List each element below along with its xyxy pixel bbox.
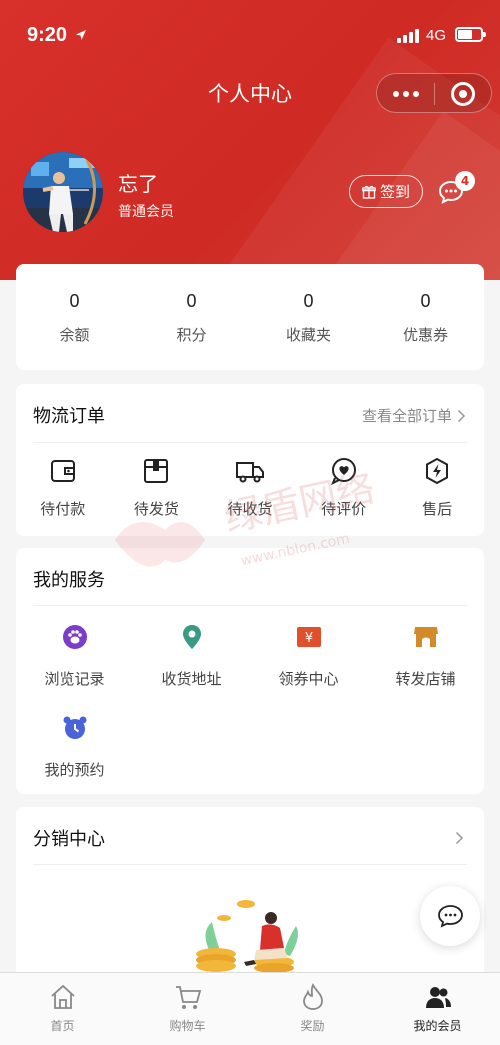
paw-icon bbox=[62, 625, 87, 649]
chevron-right-icon bbox=[455, 831, 464, 845]
distribution-title: 分销中心 bbox=[33, 829, 105, 850]
tab-cart[interactable]: 购物车 bbox=[125, 973, 250, 1045]
stat-points[interactable]: 0 积分 bbox=[133, 264, 250, 370]
flame-icon bbox=[302, 983, 323, 1010]
signin-button[interactable]: 签到 bbox=[349, 175, 423, 208]
assets-card: 0 余额 0 积分 0 收藏夹 0 优惠券 bbox=[16, 264, 484, 370]
stat-label: 余额 bbox=[59, 326, 90, 344]
location-pin-icon bbox=[182, 625, 201, 649]
service-browse-history[interactable]: 浏览记录 bbox=[16, 624, 133, 689]
view-all-label: 查看全部订单 bbox=[361, 407, 452, 425]
services-title: 我的服务 bbox=[33, 570, 105, 591]
stat-value: 0 bbox=[69, 291, 80, 311]
order-label: 待发货 bbox=[133, 500, 179, 518]
order-label: 售后 bbox=[422, 500, 453, 518]
stat-value: 0 bbox=[186, 291, 197, 311]
chevron-right-icon bbox=[457, 409, 466, 422]
order-pending-receipt[interactable]: 待收货 bbox=[203, 456, 297, 519]
view-all-orders-link[interactable]: 查看全部订单 bbox=[362, 405, 466, 426]
chat-icon bbox=[438, 905, 463, 928]
divider bbox=[33, 605, 467, 606]
service-my-appointments[interactable]: 我的预约 bbox=[16, 715, 133, 780]
order-after-sales[interactable]: 售后 bbox=[390, 456, 484, 519]
order-pending-shipment[interactable]: 待发货 bbox=[110, 456, 204, 519]
tab-label: 首页 bbox=[50, 1019, 75, 1033]
stat-balance[interactable]: 0 余额 bbox=[16, 264, 133, 370]
battery-icon bbox=[455, 27, 486, 42]
alarm-clock-icon bbox=[63, 716, 86, 739]
location-arrow-icon bbox=[76, 30, 86, 40]
order-pending-review[interactable]: 待评价 bbox=[297, 456, 391, 519]
svg-text:¥: ¥ bbox=[304, 631, 312, 646]
order-label: 待评价 bbox=[321, 500, 367, 518]
stat-favorites[interactable]: 0 收藏夹 bbox=[250, 264, 367, 370]
avatar[interactable] bbox=[23, 152, 103, 232]
service-label: 转发店铺 bbox=[395, 670, 456, 688]
stat-label: 收藏夹 bbox=[285, 326, 331, 344]
mini-program-capsule bbox=[376, 73, 492, 113]
stat-value: 0 bbox=[420, 291, 431, 311]
members-icon bbox=[425, 987, 451, 1008]
cart-icon bbox=[175, 986, 201, 1009]
wallet-icon bbox=[50, 460, 75, 482]
tab-label: 我的会员 bbox=[413, 1019, 462, 1033]
avatar-archer-image bbox=[23, 152, 103, 232]
tab-rewards[interactable]: 奖励 bbox=[250, 973, 375, 1045]
stat-coupons[interactable]: 0 优惠券 bbox=[367, 264, 484, 370]
service-share-store[interactable]: 转发店铺 bbox=[367, 624, 484, 689]
service-coupon-center[interactable]: ¥ 领券中心 bbox=[250, 624, 367, 689]
customer-service-button[interactable] bbox=[420, 886, 480, 946]
home-icon bbox=[50, 984, 75, 1009]
stat-label: 积分 bbox=[176, 326, 207, 344]
tab-bar: 首页 购物车 奖励 我的会员 bbox=[0, 972, 500, 1045]
coupon-icon: ¥ bbox=[296, 627, 321, 647]
service-label: 收货地址 bbox=[161, 670, 222, 688]
divider bbox=[33, 442, 467, 443]
tab-my-membership[interactable]: 我的会员 bbox=[375, 973, 500, 1045]
package-icon bbox=[144, 459, 169, 483]
order-label: 待收货 bbox=[227, 500, 273, 518]
divider bbox=[33, 864, 467, 865]
network-type: 4G bbox=[426, 27, 447, 44]
orders-card: 物流订单 查看全部订单 待付款 待发货 待收货 待评价 售后 bbox=[16, 384, 484, 536]
order-pending-payment[interactable]: 待付款 bbox=[16, 456, 110, 519]
close-target-icon[interactable] bbox=[451, 82, 475, 106]
distribution-illustration bbox=[196, 900, 298, 972]
signin-label: 签到 bbox=[379, 183, 410, 201]
orders-title: 物流订单 bbox=[33, 406, 105, 427]
service-label: 我的预约 bbox=[44, 761, 105, 779]
heart-chat-icon bbox=[330, 458, 356, 486]
user-name: 忘了 bbox=[118, 172, 158, 196]
tab-label: 购物车 bbox=[169, 1019, 206, 1033]
stat-value: 0 bbox=[303, 291, 314, 311]
status-time: 9:20 bbox=[27, 24, 68, 46]
stat-label: 优惠券 bbox=[402, 326, 448, 344]
gift-icon bbox=[362, 185, 376, 199]
status-bar: 9:20 4G bbox=[0, 0, 500, 70]
lightning-shield-icon bbox=[426, 457, 449, 485]
tab-home[interactable]: 首页 bbox=[0, 973, 125, 1045]
capsule-divider bbox=[434, 83, 435, 105]
member-level: 普通会员 bbox=[118, 204, 174, 220]
service-label: 领券中心 bbox=[278, 670, 339, 688]
service-label: 浏览记录 bbox=[44, 670, 105, 688]
order-label: 待付款 bbox=[40, 500, 86, 518]
services-card: 我的服务 浏览记录 收货地址 ¥ 领券中心 转发店铺 我的预约 bbox=[16, 548, 484, 794]
more-icon[interactable] bbox=[393, 85, 421, 101]
store-icon bbox=[413, 627, 438, 647]
service-shipping-address[interactable]: 收货地址 bbox=[133, 624, 250, 689]
message-count-badge: 4 bbox=[455, 171, 475, 191]
truck-icon bbox=[235, 462, 264, 483]
tab-label: 奖励 bbox=[300, 1019, 325, 1033]
signal-icon bbox=[397, 29, 421, 43]
